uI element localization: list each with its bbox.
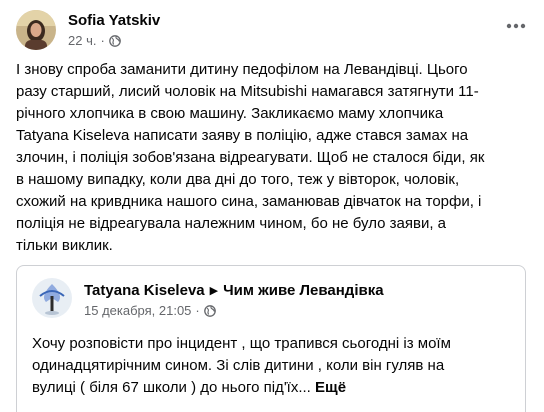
facebook-post: Sofia Yatskiv 22 ч. · І знову спроба зам… [0, 0, 544, 412]
globe-icon [108, 35, 121, 47]
shared-post-card[interactable]: Tatyana Kiseleva ▶ Чим живе Левандівка 1… [16, 265, 526, 412]
shared-author-avatar[interactable] [32, 278, 72, 318]
post-body: І знову спроба заманити дитину педофілом… [16, 59, 528, 257]
shared-body: Хочу розповісти про інцидент , що трапив… [32, 333, 512, 399]
post-time[interactable]: 22 ч. [68, 33, 96, 49]
arrow-right-icon: ▶ [209, 285, 219, 297]
shared-line: Хочу розповісти про інцидент , що трапив… [32, 335, 451, 352]
see-more-link[interactable]: Ещё [315, 379, 346, 396]
post-line: поліція не відреагувала належним чином, … [16, 215, 447, 232]
shared-date[interactable]: 15 декабря, 21:05 [84, 303, 191, 319]
post-line: злочин, і поліція зобов'язана відреагува… [16, 149, 485, 166]
shared-group-name[interactable]: Чим живе Левандівка [223, 282, 383, 300]
post-line: Tatyana Kiseleva написати заяву в поліці… [16, 127, 469, 144]
shared-meta: 15 декабря, 21:05 · [84, 303, 216, 319]
shared-header: Tatyana Kiseleva ▶ Чим живе Левандівка [84, 282, 384, 300]
meta-separator: · [100, 33, 105, 48]
shared-line: одинадцятирічним сином. Зі слів дитини ,… [32, 357, 445, 374]
more-options-icon[interactable] [502, 16, 530, 36]
globe-icon [203, 305, 216, 317]
shared-line-text: вулиці ( біля 67 школи ) до нього під'їх… [32, 379, 311, 396]
post-line: в нашому випадку, коли два дні до того, … [16, 171, 460, 188]
shared-author-name[interactable]: Tatyana Kiseleva [84, 282, 205, 300]
shared-line-last: вулиці ( біля 67 школи ) до нього під'їх… [32, 377, 512, 399]
post-line: І знову спроба заманити дитину педофілом… [16, 61, 468, 78]
author-avatar[interactable] [16, 10, 56, 50]
post-line: схожий на кривдника нашого сина, заманюв… [16, 193, 482, 210]
post-meta: 22 ч. · [68, 33, 121, 49]
author-name[interactable]: Sofia Yatskiv [68, 12, 160, 30]
meta-separator: · [195, 303, 200, 318]
post-line: разу старший, лисий чоловік на Mitsubish… [16, 83, 479, 100]
post-line: річного хлопчика в свою машину. Закликає… [16, 105, 444, 122]
post-line: тільки виклик. [16, 237, 113, 254]
